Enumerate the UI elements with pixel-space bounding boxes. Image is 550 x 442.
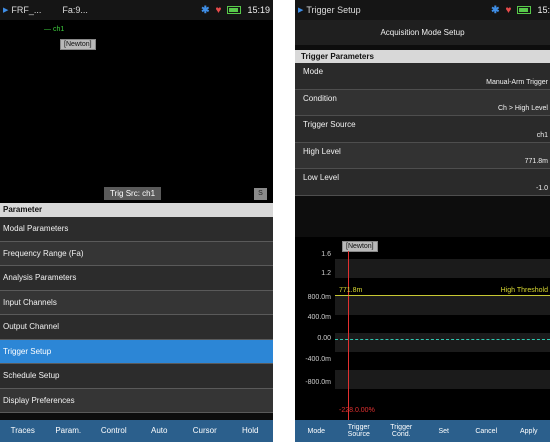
high-threshold-label: High Threshold <box>500 287 548 294</box>
app-name: Trigger Setup <box>306 5 361 15</box>
set-button[interactable]: Set <box>423 420 466 442</box>
mode-button[interactable]: Mode <box>295 420 338 442</box>
menu-item-trigger-setup[interactable]: Trigger Setup <box>0 339 273 364</box>
app-name: FRF_... <box>11 5 42 15</box>
y-tick-label: 1.2 <box>321 270 331 277</box>
high-threshold-line[interactable] <box>335 295 550 296</box>
menu-item-schedule-setup[interactable]: Schedule Setup <box>0 364 273 389</box>
tab-name: Fa:9... <box>62 5 88 15</box>
right-status-bar: ▶ Trigger Setup ✱ ♥ 15: <box>295 0 550 20</box>
left-plot-area[interactable]: — ch1 [Newton] Trig Src: ch1 S <box>0 20 273 203</box>
y-tick-label: -400.0m <box>305 356 331 363</box>
menu-item-modal-parameters[interactable]: Modal Parameters <box>0 217 273 242</box>
channel-legend: — ch1 <box>44 26 65 33</box>
cursor-button[interactable]: Cursor <box>182 420 228 442</box>
cancel-button[interactable]: Cancel <box>465 420 508 442</box>
left-device-screen: ▶ FRF_... Fa:9... ✱ ♥ 15:19 — ch1 [Newto… <box>0 0 273 442</box>
param-row-high-level[interactable]: High Level 771.8m <box>295 142 550 169</box>
trigger-position-label: -228.0.00% <box>339 407 375 414</box>
right-device-screen: ▶ Trigger Setup ✱ ♥ 15: Acquisition Mode… <box>295 0 550 442</box>
trigger-cond-button[interactable]: Trigger Cond. <box>380 420 423 442</box>
param-button[interactable]: Param. <box>46 420 92 442</box>
high-threshold-value: 771.8m <box>339 287 363 294</box>
plot-band <box>335 333 550 352</box>
y-tick-label: -800.0m <box>305 379 331 386</box>
menu-item-display-preferences[interactable]: Display Preferences <box>0 388 273 413</box>
menu-item-output-channel[interactable]: Output Channel <box>0 315 273 340</box>
trigger-source-button[interactable]: Trigger Source <box>338 420 381 442</box>
battery-icon <box>517 6 532 14</box>
parameter-menu: Parameter Modal Parameters Frequency Ran… <box>0 203 273 413</box>
unit-tag[interactable]: [Newton] <box>60 39 96 50</box>
hold-button[interactable]: Hold <box>228 420 274 442</box>
clock: 15:19 <box>247 5 270 15</box>
traces-button[interactable]: Traces <box>0 420 46 442</box>
heart-icon: ♥ <box>215 4 222 16</box>
param-row-trigger-source[interactable]: Trigger Source ch1 <box>295 116 550 143</box>
trigger-preview-plot[interactable]: [Newton] 1.6 1.2 800.0m 400.0m 0.00 -400… <box>295 237 550 420</box>
page-title: Acquisition Mode Setup <box>295 20 550 45</box>
y-tick-label: 1.6 <box>321 251 331 258</box>
param-row-mode[interactable]: Mode Manual-Arm Trigger <box>295 63 550 90</box>
trigger-params-list: Mode Manual-Arm Trigger Condition Ch > H… <box>295 63 550 196</box>
bluetooth-icon: ✱ <box>201 4 210 16</box>
battery-icon <box>227 6 242 14</box>
params-header: Trigger Parameters <box>295 50 550 63</box>
plot-band <box>335 296 550 315</box>
right-bottom-toolbar: Mode Trigger Source Trigger Cond. Set Canc… <box>295 420 550 442</box>
bluetooth-icon: ✱ <box>491 4 500 16</box>
trigger-position-line[interactable] <box>348 251 349 420</box>
heart-icon: ♥ <box>505 4 512 16</box>
left-bottom-toolbar: Traces Param. Control Auto Cursor Hold <box>0 420 273 442</box>
app-arrow-icon: ▶ <box>298 7 304 14</box>
scale-button[interactable]: S <box>254 188 267 200</box>
menu-item-frequency-range[interactable]: Frequency Range (Fa) <box>0 241 273 266</box>
param-row-low-level[interactable]: Low Level -1.0 <box>295 169 550 196</box>
clock: 15: <box>537 5 550 15</box>
menu-header: Parameter <box>0 203 273 217</box>
y-tick-label: 0.00 <box>317 335 331 342</box>
menu-item-analysis-parameters[interactable]: Analysis Parameters <box>0 266 273 291</box>
control-button[interactable]: Control <box>91 420 137 442</box>
plot-band <box>335 370 550 389</box>
y-tick-label: 400.0m <box>307 314 331 321</box>
trigger-source-label: Trig Src: ch1 <box>104 187 162 200</box>
plot-band <box>335 259 550 278</box>
apply-button[interactable]: Apply <box>508 420 550 442</box>
app-arrow-icon: ▶ <box>3 7 9 14</box>
left-status-bar: ▶ FRF_... Fa:9... ✱ ♥ 15:19 <box>0 0 273 20</box>
menu-item-input-channels[interactable]: Input Channels <box>0 290 273 315</box>
param-row-condition[interactable]: Condition Ch > High Level <box>295 89 550 116</box>
y-tick-label: 800.0m <box>307 294 331 301</box>
auto-button[interactable]: Auto <box>137 420 183 442</box>
signal-trace <box>335 339 550 340</box>
